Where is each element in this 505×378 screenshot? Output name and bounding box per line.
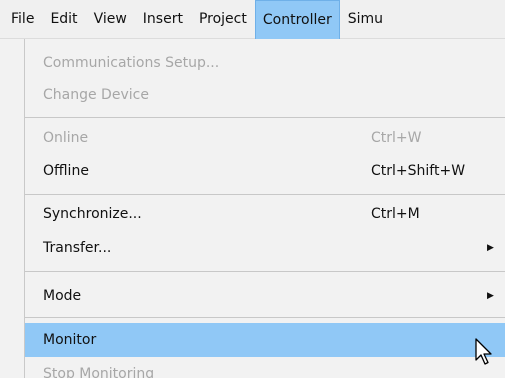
menu-item-communications-setup[interactable]: Communications Setup...	[25, 47, 505, 79]
menu-project[interactable]: Project	[191, 0, 255, 39]
menu-item-offline[interactable]: Offline Ctrl+Shift+W	[25, 155, 505, 187]
menu-item-mode[interactable]: Mode ▶	[25, 280, 505, 312]
menu-item-label: Change Device	[43, 87, 149, 103]
menu-item-stop-monitoring[interactable]: Stop Monitoring	[25, 358, 505, 378]
menu-bar: File Edit View Insert Project Controller…	[0, 0, 505, 39]
menu-item-label: Stop Monitoring	[43, 366, 155, 378]
menu-item-transfer[interactable]: Transfer... ▶	[25, 232, 505, 264]
mouse-pointer-icon	[475, 338, 492, 365]
menu-item-label: Transfer...	[43, 240, 112, 256]
screen: File Edit View Insert Project Controller…	[0, 0, 505, 378]
menu-item-label: Communications Setup...	[43, 55, 220, 71]
menu-item-label: Synchronize...	[43, 206, 142, 222]
menu-item-shortcut: Ctrl+M	[371, 206, 420, 222]
menu-separator	[25, 194, 505, 195]
menu-separator	[25, 117, 505, 118]
submenu-arrow-icon: ▶	[487, 243, 494, 253]
menu-insert[interactable]: Insert	[135, 0, 191, 39]
menu-item-shortcut: Ctrl+Shift+W	[371, 163, 466, 179]
menu-simulation[interactable]: Simu	[340, 0, 391, 39]
menu-controller[interactable]: Controller	[254, 0, 340, 39]
menu-view[interactable]: View	[86, 0, 135, 39]
menu-item-monitor[interactable]: Monitor	[25, 323, 505, 357]
menu-file[interactable]: File	[11, 0, 42, 39]
menu-separator	[25, 271, 505, 272]
menu-item-label: Monitor	[43, 332, 97, 348]
menu-item-synchronize[interactable]: Synchronize... Ctrl+M	[25, 198, 505, 230]
menu-separator	[25, 317, 505, 318]
menu-item-label: Online	[43, 130, 89, 146]
menu-item-online[interactable]: Online Ctrl+W	[25, 122, 505, 154]
menu-item-label: Offline	[43, 163, 89, 179]
menu-item-label: Mode	[43, 288, 82, 304]
menu-item-change-device[interactable]: Change Device	[25, 79, 505, 111]
menu-edit[interactable]: Edit	[42, 0, 85, 39]
menu-item-shortcut: Ctrl+W	[371, 130, 422, 146]
controller-dropdown-menu: Communications Setup... Change Device On…	[24, 39, 505, 378]
submenu-arrow-icon: ▶	[487, 291, 494, 301]
